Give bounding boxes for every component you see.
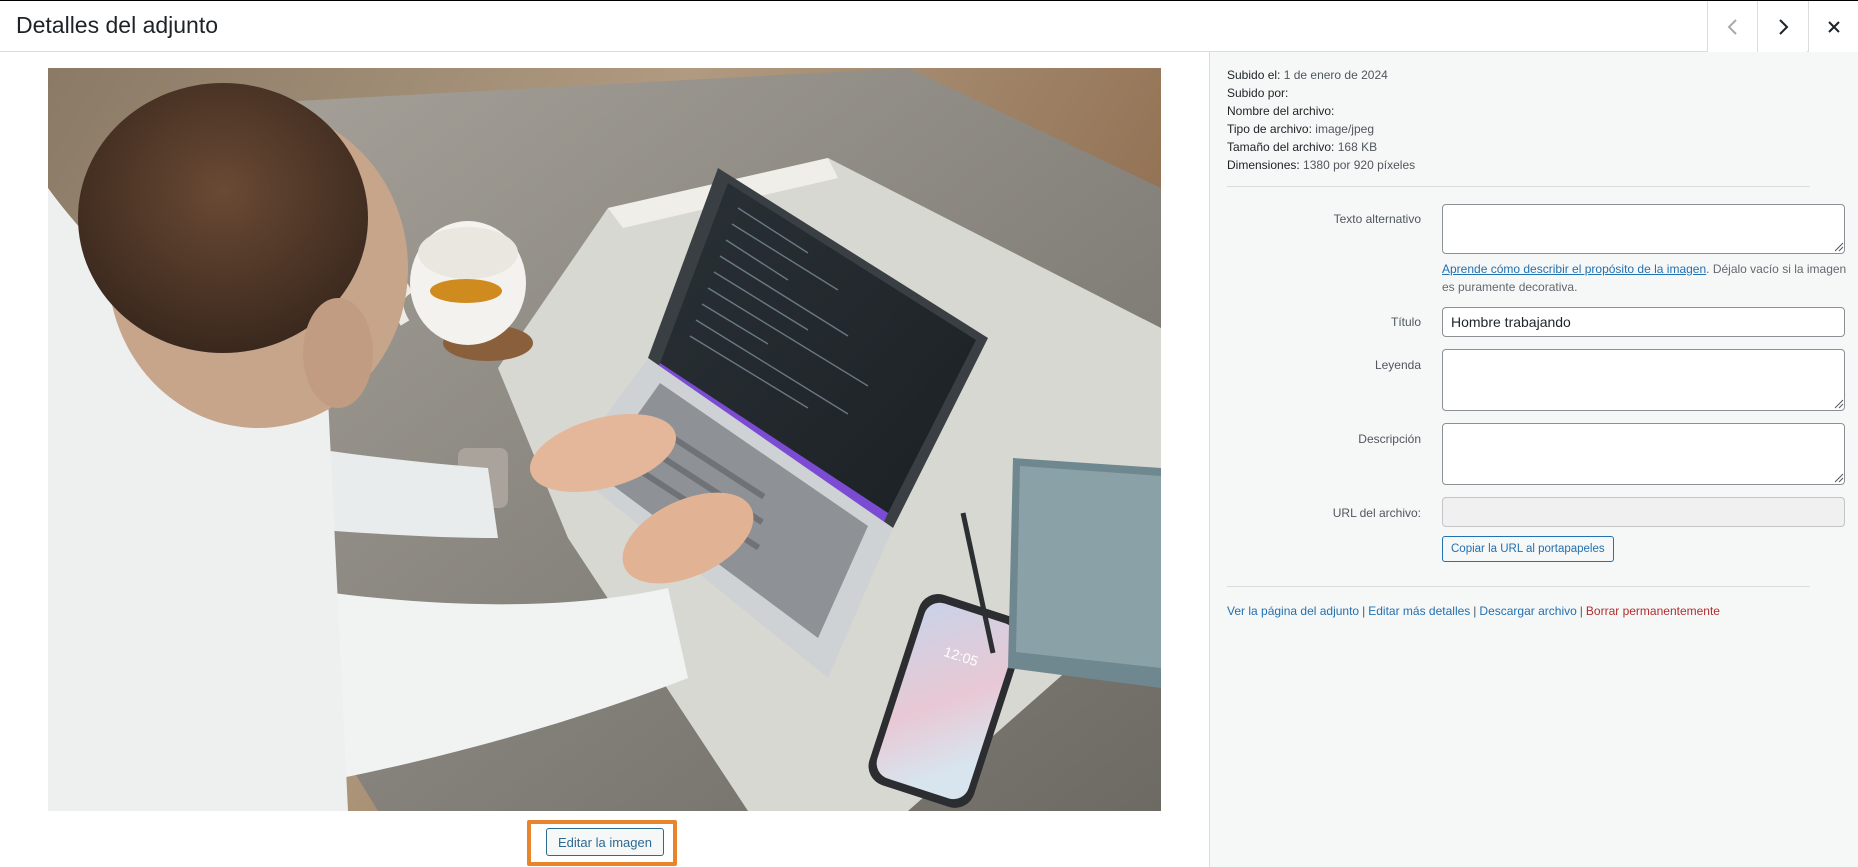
download-file-link[interactable]: Descargar archivo: [1479, 604, 1576, 618]
uploaded-on-row: Subido el: 1 de enero de 2024: [1227, 68, 1388, 82]
file-url-input[interactable]: [1442, 497, 1845, 527]
next-attachment-button[interactable]: [1757, 1, 1807, 52]
edit-more-details-link[interactable]: Editar más detalles: [1368, 604, 1470, 618]
description-field[interactable]: [1442, 423, 1845, 485]
file-type-row: Tipo de archivo: image/jpeg: [1227, 122, 1374, 136]
close-modal-button[interactable]: [1808, 1, 1858, 52]
separator: |: [1473, 604, 1477, 618]
file-name-row: Nombre del archivo:: [1227, 104, 1335, 118]
modal-title: Detalles del adjunto: [16, 12, 219, 38]
title-input[interactable]: [1442, 307, 1845, 337]
resize-grip-icon[interactable]: [1832, 240, 1844, 252]
dimensions-row: Dimensiones: 1380 por 920 píxeles: [1227, 158, 1416, 172]
delete-permanently-link[interactable]: Borrar permanentemente: [1586, 604, 1720, 618]
caption-field[interactable]: [1442, 349, 1845, 411]
metadata-divider: [1227, 186, 1810, 187]
alt-text-label: Texto alternativo: [1333, 212, 1421, 226]
separator: |: [1362, 604, 1366, 618]
title-label: Título: [1390, 315, 1421, 329]
resize-grip-icon[interactable]: [1832, 397, 1844, 409]
photo-illustration: 12:05: [48, 68, 1161, 811]
separator: |: [1579, 604, 1583, 618]
alt-text-help-link[interactable]: Aprende cómo describir el propósito de l…: [1442, 262, 1706, 276]
edit-image-button[interactable]: Editar la imagen: [546, 828, 664, 856]
attachment-actions: Ver la página del adjunto | Editar más det…: [1227, 604, 1720, 618]
close-icon: [1827, 20, 1840, 33]
modal-header: Detalles del adjunto: [0, 0, 1858, 52]
attachment-details-sidebar: Subido el: 1 de enero de 2024 Subido por…: [1209, 52, 1858, 867]
previous-attachment-button[interactable]: [1707, 1, 1757, 52]
actions-divider: [1227, 586, 1810, 587]
file-metadata: Subido el: 1 de enero de 2024 Subido por…: [1227, 66, 1415, 174]
file-url-label: URL del archivo:: [1332, 506, 1421, 520]
copy-url-button[interactable]: Copiar la URL al portapapeles: [1442, 536, 1614, 562]
attachment-image: 12:05: [48, 68, 1161, 811]
chevron-right-icon: [1778, 18, 1788, 35]
uploaded-by-row: Subido por:: [1227, 86, 1289, 100]
view-attachment-page-link[interactable]: Ver la página del adjunto: [1227, 604, 1359, 618]
alt-text-field[interactable]: [1442, 204, 1845, 254]
attachment-preview-area: 12:05 Editar la imagen: [0, 52, 1209, 867]
file-size-row: Tamaño del archivo: 168 KB: [1227, 140, 1378, 154]
chevron-left-icon: [1727, 18, 1737, 35]
description-label: Descripción: [1358, 432, 1421, 446]
caption-label: Leyenda: [1374, 358, 1421, 372]
resize-grip-icon[interactable]: [1832, 471, 1844, 483]
alt-text-help: Aprende cómo describir el propósito de l…: [1442, 262, 1847, 294]
